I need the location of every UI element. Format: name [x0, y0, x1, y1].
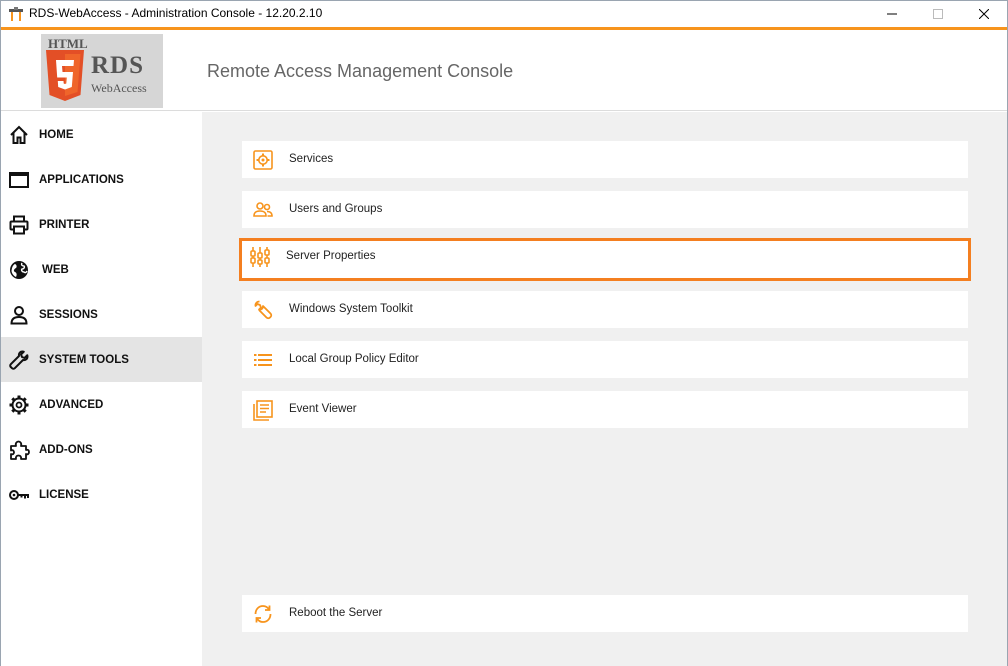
sliders-icon [250, 247, 270, 267]
window-icon [9, 171, 29, 188]
list-icon [254, 354, 272, 366]
logo-rds-text: RDS [91, 52, 145, 79]
sidebar-item-system-tools[interactable]: SYSTEM TOOLS [1, 337, 202, 382]
maximize-button[interactable] [915, 1, 961, 27]
puzzle-icon [10, 440, 30, 460]
sidebar-item-label: ADD-ONS [39, 443, 93, 456]
reboot-icon [254, 605, 272, 623]
sidebar-item-applications[interactable]: APPLICATIONS [1, 157, 202, 202]
sidebar-item-label: HOME [39, 128, 74, 141]
logo: HTML RDS WebAccess [41, 34, 163, 108]
logo-webaccess-text: WebAccess [91, 81, 147, 95]
sidebar-item-label: SYSTEM TOOLS [39, 353, 129, 366]
minimize-icon [887, 13, 897, 15]
main-content: Services Users and Groups Server Propert… [202, 112, 1007, 666]
app-window: RDS-WebAccess - Administration Console -… [0, 0, 1008, 666]
maximize-icon [933, 9, 943, 19]
sidebar-item-label: WEB [42, 263, 69, 276]
event-viewer-icon [253, 400, 273, 421]
sidebar-item-license[interactable]: LICENSE [1, 472, 202, 517]
title-bar[interactable]: RDS-WebAccess - Administration Console -… [1, 1, 1007, 27]
close-button[interactable] [961, 1, 1007, 27]
tool-windows-system-toolkit[interactable]: Windows System Toolkit [242, 291, 968, 328]
html5-shield-icon [46, 50, 84, 101]
page-title: Remote Access Management Console [207, 61, 514, 81]
wrench-icon [254, 300, 273, 320]
sidebar-item-label: APPLICATIONS [39, 173, 124, 186]
tool-label: Users and Groups [289, 203, 383, 215]
window-title: RDS-WebAccess - Administration Console -… [29, 6, 323, 20]
tool-label: Services [289, 153, 334, 165]
close-icon [979, 9, 989, 19]
tool-label: Local Group Policy Editor [289, 353, 419, 365]
sidebar: HOME APPLICATIONS PRINTER WEB SESSIONS S… [1, 112, 202, 666]
tool-label: Windows System Toolkit [289, 303, 413, 315]
sidebar-item-label: ADVANCED [39, 398, 104, 411]
tool-users-and-groups[interactable]: Users and Groups [242, 191, 968, 228]
printer-icon [9, 215, 29, 234]
tool-label: Reboot the Server [289, 607, 383, 619]
reboot-server-button[interactable]: Reboot the Server [242, 595, 968, 632]
globe-icon [10, 260, 28, 279]
sidebar-item-label: SESSIONS [39, 308, 98, 321]
tool-label: Server Properties [286, 250, 376, 262]
tool-services[interactable]: Services [242, 141, 968, 178]
wrench-icon [9, 350, 29, 370]
sidebar-item-printer[interactable]: PRINTER [1, 202, 202, 247]
minimize-button[interactable] [869, 1, 915, 27]
app-icon [9, 7, 23, 21]
sidebar-item-label: LICENSE [39, 488, 89, 501]
sidebar-item-label: PRINTER [39, 218, 90, 231]
services-gear-icon [253, 150, 273, 170]
sidebar-item-home[interactable]: HOME [1, 112, 202, 157]
tool-label: Event Viewer [289, 403, 357, 415]
tool-local-group-policy-editor[interactable]: Local Group Policy Editor [242, 341, 968, 378]
sidebar-item-sessions[interactable]: SESSIONS [1, 292, 202, 337]
header: HTML RDS WebAccess Remote Access Managem… [1, 30, 1007, 111]
tool-server-properties[interactable]: Server Properties [239, 238, 971, 281]
sidebar-item-advanced[interactable]: ADVANCED [1, 382, 202, 427]
gear-icon [9, 395, 29, 414]
tool-event-viewer[interactable]: Event Viewer [242, 391, 968, 428]
sidebar-item-add-ons[interactable]: ADD-ONS [1, 427, 202, 472]
key-icon [9, 489, 29, 500]
users-icon [253, 202, 273, 217]
person-icon [10, 305, 28, 324]
home-icon [10, 125, 28, 144]
sidebar-item-web[interactable]: WEB [1, 247, 202, 292]
